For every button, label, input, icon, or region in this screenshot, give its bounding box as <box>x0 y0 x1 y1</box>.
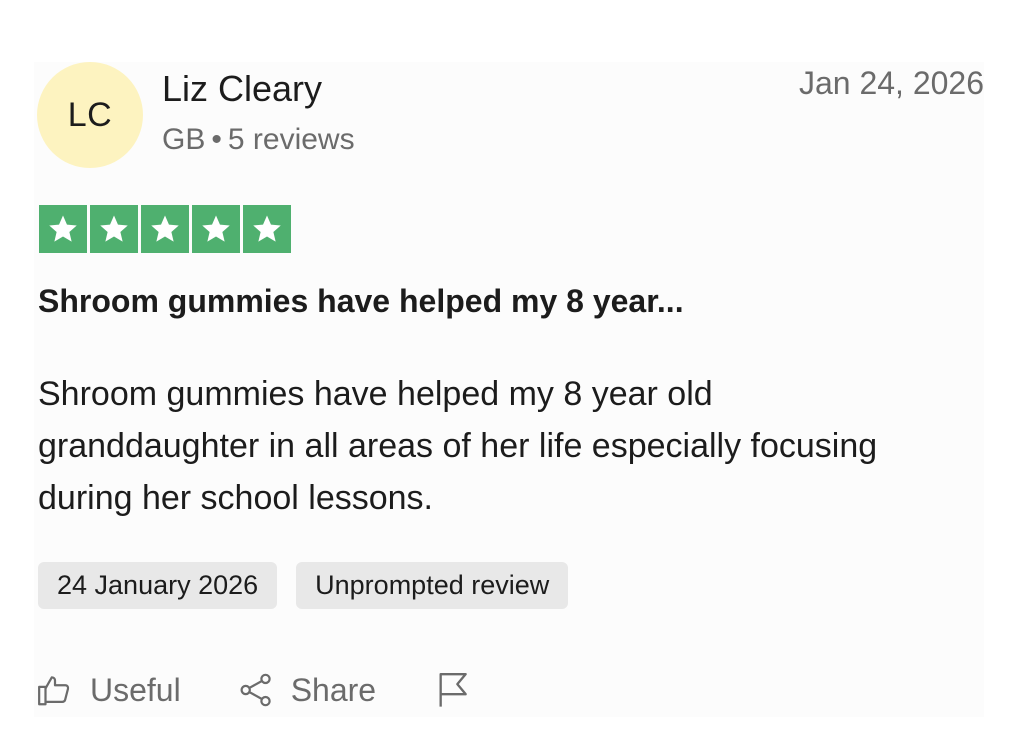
date-tag: 24 January 2026 <box>38 562 278 609</box>
review-text: Shroom gummies have helped my 8 year old… <box>38 375 878 517</box>
star-rating <box>39 205 291 253</box>
share-icon <box>240 673 271 707</box>
reviewer-review-count: 5 reviews <box>227 123 355 156</box>
review-date: Jan 24, 2026 <box>798 65 984 101</box>
meta-separator: • <box>211 123 222 156</box>
review-tags: 24 January 2026 Unprompted review <box>38 562 569 609</box>
share-button[interactable]: Share <box>237 671 376 709</box>
star-icon <box>243 205 291 253</box>
share-label: Share <box>290 671 377 708</box>
review-actions: Useful Share <box>36 664 474 716</box>
flag-icon <box>439 673 467 707</box>
star-icon <box>141 205 189 253</box>
reviewer-meta: GB • 5 reviews <box>162 123 355 157</box>
avatar[interactable]: LC <box>37 62 143 168</box>
reviewer-country: GB <box>162 123 206 156</box>
useful-label: Useful <box>90 671 181 708</box>
star-icon <box>90 205 138 253</box>
star-icon <box>39 205 87 253</box>
unprompted-review-tag[interactable]: Unprompted review <box>296 562 569 609</box>
thumbs-up-icon <box>38 676 70 706</box>
reviewer-name[interactable]: Liz Cleary <box>162 68 322 110</box>
star-icon <box>192 205 240 253</box>
useful-button[interactable]: Useful <box>36 671 181 709</box>
review-title[interactable]: Shroom gummies have helped my 8 year... <box>38 283 684 320</box>
report-button[interactable] <box>434 669 474 711</box>
